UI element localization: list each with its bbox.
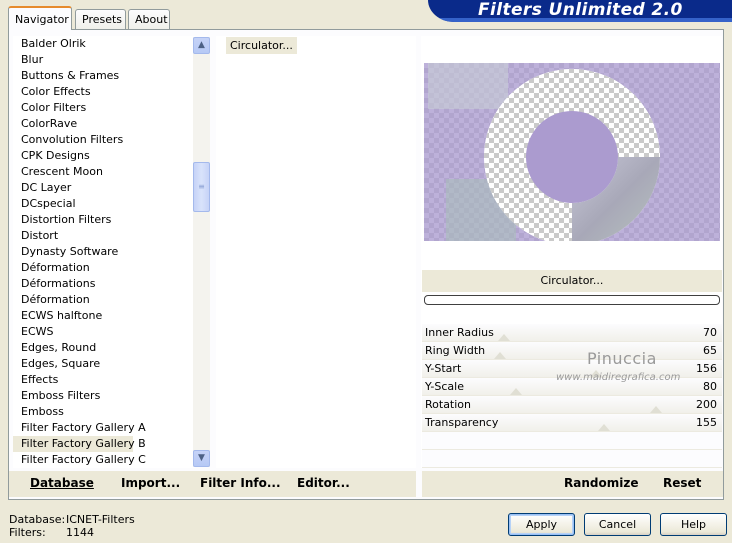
scroll-down-button[interactable]: ▼ [193,450,210,467]
category-item[interactable]: Buttons & Frames [13,68,195,84]
preview-image [424,63,720,241]
slider-tick[interactable] [590,370,602,377]
database-button[interactable]: Database [30,476,94,490]
category-item[interactable]: Filter Factory Gallery A [13,420,195,436]
parameter-list: Inner Radius 70 Ring Width 65 Y-Start 15… [422,324,722,468]
category-item[interactable]: Filter Factory Gallery C [13,452,195,468]
filters-count-value: 1144 [66,526,94,539]
param-empty-row [422,450,722,468]
filters-count-label: Filters: [9,526,46,539]
param-value: 155 [696,416,717,429]
param-label: Y-Start [425,362,462,375]
param-empty-row [422,432,722,450]
slider-tick[interactable] [498,334,510,341]
category-item[interactable]: Blur [13,52,195,68]
slider-tick[interactable] [598,424,610,431]
apply-button[interactable]: Apply [508,513,575,536]
param-value: 70 [703,326,717,339]
param-value: 80 [703,380,717,393]
help-button[interactable]: Help [660,513,727,536]
category-item[interactable]: Effects [13,372,195,388]
category-item[interactable]: Emboss [13,404,195,420]
selected-filter-name: Circulator... [422,270,722,292]
preview-graphic [424,63,720,241]
database-label: Database: [9,513,66,526]
category-item[interactable]: Convolution Filters [13,132,195,148]
category-item[interactable]: ECWS halftone [13,308,195,324]
filter-item-circulator[interactable]: Circulator... [226,37,297,54]
slider-tick[interactable] [650,406,662,413]
param-inner-radius[interactable]: Inner Radius 70 [422,324,722,342]
tab-navigator[interactable]: Navigator [8,6,72,30]
category-item[interactable]: Dynasty Software [13,244,195,260]
slider-tick[interactable] [494,352,506,359]
slider-tick[interactable] [510,388,522,395]
category-item[interactable]: DCspecial [13,196,195,212]
param-label: Y-Scale [425,380,464,393]
param-label: Inner Radius [425,326,494,339]
category-item[interactable]: Distortion Filters [13,212,195,228]
param-value: 200 [696,398,717,411]
param-transparency[interactable]: Transparency 155 [422,414,722,432]
filter-settings-pane: Circulator... Inner Radius 70 Ring Width… [421,36,722,468]
tab-presets[interactable]: Presets [75,9,126,29]
param-rotation[interactable]: Rotation 200 [422,396,722,414]
param-value: 65 [703,344,717,357]
category-list[interactable]: Balder Olrik Blur Buttons & Frames Color Ef… [13,36,195,468]
category-item[interactable]: DC Layer [13,180,195,196]
category-item[interactable]: ECWS [13,324,195,340]
randomize-button[interactable]: Randomize [564,476,638,490]
progress-bar [424,295,720,305]
param-value: 156 [696,362,717,375]
category-item[interactable]: Déformation [13,292,195,308]
category-item[interactable]: Color Effects [13,84,195,100]
reset-button[interactable]: Reset [663,476,701,490]
category-item[interactable]: Distort [13,228,195,244]
category-item[interactable]: Balder Olrik [13,36,195,52]
param-y-scale[interactable]: Y-Scale 80 [422,378,722,396]
category-item[interactable]: Déformation [13,260,195,276]
category-item[interactable]: Crescent Moon [13,164,195,180]
editor-button[interactable]: Editor... [297,476,350,490]
scroll-up-button[interactable]: ▲ [193,37,210,54]
category-item[interactable]: Déformations [13,276,195,292]
category-item[interactable]: Filter Factory Gallery B [13,436,146,452]
param-y-start[interactable]: Y-Start 156 [422,360,722,378]
category-item[interactable]: Edges, Square [13,356,195,372]
category-item[interactable]: Emboss Filters [13,388,195,404]
param-label: Rotation [425,398,472,411]
database-value: ICNET-Filters [66,513,135,526]
brand-title: Filters Unlimited 2.0 [478,0,683,20]
param-label: Ring Width [425,344,486,357]
category-scrollbar[interactable]: ▲ ≡ ▼ [193,37,210,467]
param-ring-width[interactable]: Ring Width 65 [422,342,722,360]
import-button[interactable]: Import... [121,476,180,490]
brand-banner: Filters Unlimited 2.0 [428,0,732,22]
param-label: Transparency [425,416,499,429]
category-item[interactable]: ColorRave [13,116,195,132]
category-item[interactable]: CPK Designs [13,148,195,164]
tab-about[interactable]: About [128,9,170,29]
scroll-thumb[interactable]: ≡ [193,162,210,212]
cancel-button[interactable]: Cancel [584,513,651,536]
filter-info-button[interactable]: Filter Info... [200,476,281,490]
filter-list[interactable]: Circulator... [216,36,416,468]
category-item[interactable]: Color Filters [13,100,195,116]
category-item[interactable]: Edges, Round [13,340,195,356]
database-button-label: Database [30,476,94,490]
